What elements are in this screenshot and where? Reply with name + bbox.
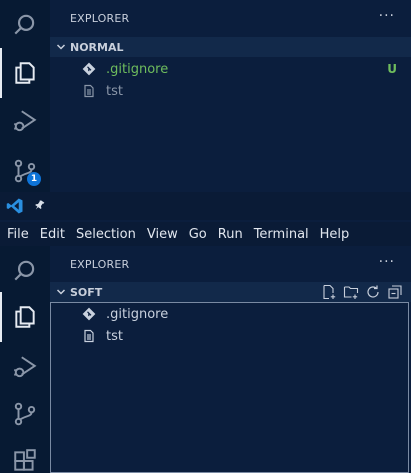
- explorer-sidebar-bottom: EXPLORER ··· SOFT .gitignore tst: [50, 246, 411, 473]
- menu-help[interactable]: Help: [316, 227, 354, 242]
- new-file-icon[interactable]: [321, 284, 337, 300]
- file-item-tst[interactable]: tst: [50, 325, 411, 347]
- extensions-icon: [14, 449, 36, 471]
- menu-run[interactable]: Run: [214, 227, 247, 242]
- collapse-all-icon[interactable]: [387, 284, 403, 300]
- chevron-down-icon: [56, 44, 66, 50]
- explorer-activity-button[interactable]: [0, 48, 50, 98]
- menu-go[interactable]: Go: [185, 227, 211, 242]
- vscode-logo-icon: [6, 198, 23, 214]
- section-toolbar: [321, 284, 403, 300]
- search-icon: [14, 14, 35, 35]
- file-name: .gitignore: [106, 61, 169, 77]
- source-control-icon: [14, 402, 36, 426]
- menu-selection[interactable]: Selection: [72, 227, 140, 242]
- explorer-sidebar-top: EXPLORER ··· NORMAL .gitignore U tst: [50, 0, 411, 192]
- file-item-gitignore[interactable]: .gitignore: [50, 303, 411, 325]
- run-debug-activity-button[interactable]: [0, 96, 50, 146]
- file-item-tst[interactable]: tst: [50, 80, 411, 102]
- more-actions-button[interactable]: ···: [379, 8, 395, 24]
- section-label: NORMAL: [70, 40, 124, 54]
- files-icon: [15, 62, 35, 84]
- menu-edit[interactable]: Edit: [36, 227, 69, 242]
- activity-bar-top: 1: [0, 0, 50, 192]
- git-diamond-icon: [82, 307, 96, 321]
- more-actions-button[interactable]: ···: [379, 254, 395, 270]
- file-lines-icon: [82, 329, 96, 343]
- section-header-normal[interactable]: NORMAL: [50, 37, 411, 57]
- title-bar: [0, 192, 411, 220]
- menu-bar: File Edit Selection View Go Run Terminal…: [0, 222, 411, 246]
- explorer-activity-button[interactable]: [0, 292, 50, 342]
- file-name: .gitignore: [106, 306, 169, 322]
- explorer-title: EXPLORER: [70, 258, 130, 271]
- source-control-activity-button[interactable]: 1: [0, 146, 50, 196]
- refresh-icon[interactable]: [365, 284, 381, 300]
- menu-view[interactable]: View: [143, 227, 182, 242]
- file-lines-icon: [82, 84, 96, 98]
- section-header-soft[interactable]: SOFT: [50, 282, 411, 302]
- file-name: tst: [106, 328, 123, 344]
- run-debug-icon: [14, 110, 37, 132]
- run-debug-icon: [14, 356, 37, 378]
- extensions-activity-button[interactable]: [0, 436, 50, 473]
- untracked-status: U: [387, 62, 397, 76]
- run-debug-activity-button[interactable]: [0, 342, 50, 392]
- git-diamond-icon: [82, 62, 96, 76]
- source-control-activity-button[interactable]: [0, 389, 50, 439]
- pin-icon[interactable]: [33, 199, 45, 211]
- explorer-title: EXPLORER: [70, 12, 130, 25]
- scm-count-badge: 1: [27, 172, 41, 186]
- search-icon: [14, 260, 35, 281]
- search-activity-button[interactable]: [0, 0, 50, 50]
- search-activity-button[interactable]: [0, 246, 50, 296]
- activity-bar-bottom: [0, 246, 50, 473]
- chevron-down-icon: [56, 289, 66, 295]
- menu-file[interactable]: File: [3, 227, 33, 242]
- file-item-gitignore[interactable]: .gitignore U: [50, 58, 411, 80]
- new-folder-icon[interactable]: [343, 284, 359, 300]
- files-icon: [15, 306, 35, 328]
- section-label: SOFT: [70, 285, 103, 299]
- file-name: tst: [106, 83, 123, 99]
- menu-terminal[interactable]: Terminal: [250, 227, 313, 242]
